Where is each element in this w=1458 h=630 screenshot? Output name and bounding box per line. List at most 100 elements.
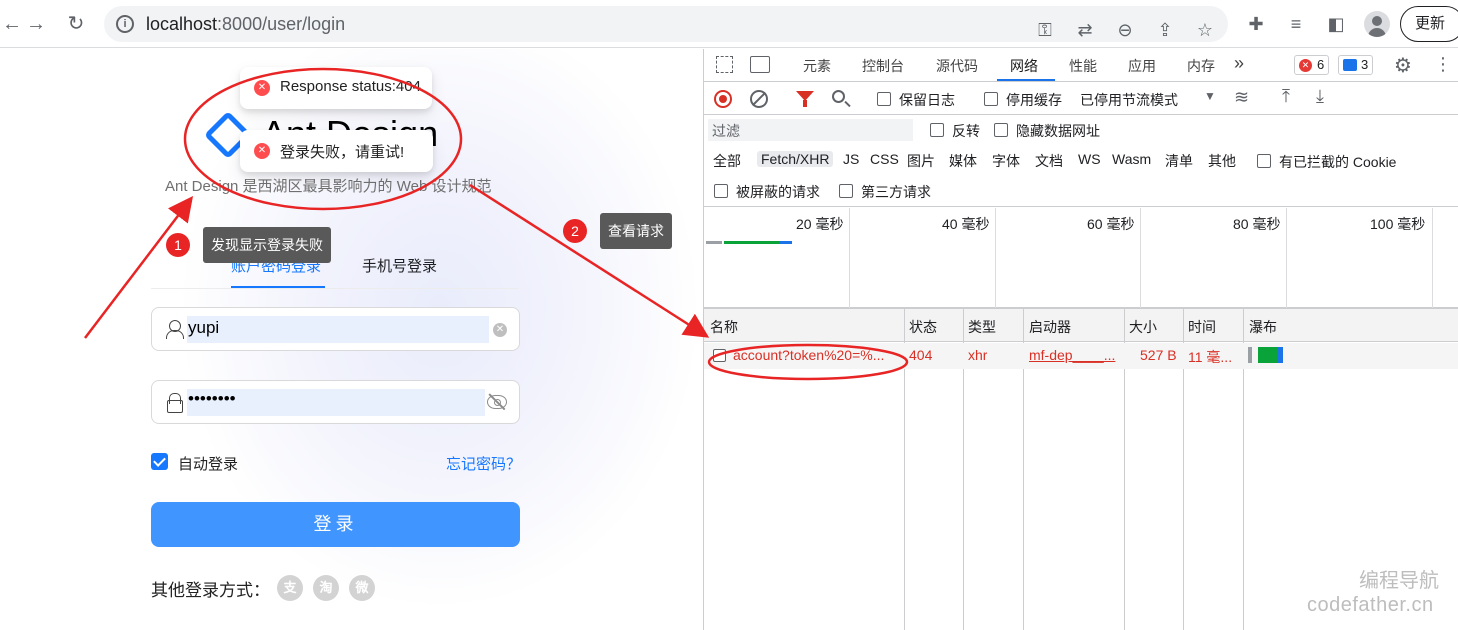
type-other[interactable]: 其他 [1208,151,1236,171]
share-icon[interactable]: ⇪ [1154,19,1176,41]
tab-console[interactable]: 控制台 [862,56,904,76]
other-login-label: 其他登录方式： [151,581,270,600]
type-doc[interactable]: 文档 [1035,151,1063,171]
back-icon[interactable]: ← [0,12,24,36]
clear-log-icon[interactable] [750,90,768,108]
auto-login-checkbox[interactable] [151,453,168,470]
type-ws[interactable]: WS [1078,151,1101,167]
url-text[interactable]: localhost:8000/user/login [146,14,345,35]
type-media[interactable]: 媒体 [949,151,977,171]
zoom-icon[interactable]: ⊖ [1114,19,1136,41]
type-all[interactable]: 全部 [713,151,741,171]
network-overview-timeline[interactable]: 20 毫秒 40 毫秒 60 毫秒 80 毫秒 100 毫秒 [704,208,1458,308]
search-icon[interactable] [832,90,845,103]
tab-performance[interactable]: 性能 [1069,56,1097,76]
throttle-select[interactable]: 已停用节流模式 [1080,90,1178,110]
message-count-badge[interactable]: 3 [1338,55,1374,75]
filter-input[interactable]: 过滤 [708,119,913,141]
table-row[interactable]: account?token%20=%... 404 xhr mf-dep____… [704,343,1458,369]
waterfall-bar-queue [1248,347,1252,363]
error-count-badge[interactable]: ✕ 6 [1294,55,1330,75]
tab-sources[interactable]: 源代码 [936,56,978,76]
info-icon[interactable]: i [116,15,134,33]
username-field[interactable]: yupi ✕ [151,307,520,351]
star-icon[interactable]: ☆ [1194,19,1216,41]
invert-checkbox[interactable] [930,123,944,137]
column-name[interactable]: 名称 [710,317,738,337]
reload-icon[interactable]: ↻ [64,12,88,36]
alipay-icon[interactable]: 支 [277,575,303,601]
network-conditions-icon[interactable]: ≋ [1234,87,1249,108]
type-font[interactable]: 字体 [992,151,1020,171]
timeline-bar-ttfb [724,241,780,244]
tab-phone-login[interactable]: 手机号登录 [362,255,437,276]
request-initiator[interactable]: mf-dep____... [1029,347,1117,363]
blocked-requests-label: 被屏蔽的请求 [736,184,820,200]
eye-invisible-icon[interactable] [487,395,507,409]
profile-icon[interactable] [1364,11,1390,37]
error-icon: ✕ [254,80,270,96]
key-icon[interactable]: ⚿ [1034,19,1056,41]
login-button[interactable]: 登录 [151,502,520,547]
type-fetch-xhr[interactable]: Fetch/XHR [757,151,834,167]
column-status[interactable]: 状态 [909,317,937,337]
type-css[interactable]: CSS [870,151,899,167]
error-icon: ✕ [1299,59,1312,72]
type-img[interactable]: 图片 [907,151,935,171]
extensions-icon[interactable]: ✚ [1245,13,1267,35]
forward-icon[interactable]: → [24,12,48,36]
translate-icon[interactable]: ⇄ [1074,19,1096,41]
message-count: 3 [1361,57,1369,72]
reading-list-icon[interactable]: ≡ [1285,13,1307,35]
column-waterfall[interactable]: 瀑布 [1249,317,1277,337]
preserve-log-checkbox[interactable] [877,92,891,106]
side-panel-icon[interactable]: ◧ [1325,13,1347,35]
tab-application[interactable]: 应用 [1128,56,1156,76]
column-time[interactable]: 时间 [1188,317,1216,337]
auto-login-label[interactable]: 自动登录 [178,453,238,474]
third-party-checkbox[interactable] [839,184,853,198]
address-bar[interactable]: i localhost:8000/user/login ⚿ ⇄ ⊖ ⇪ ☆ [104,6,1228,42]
download-icon[interactable]: ⤓ [1316,86,1324,107]
kebab-menu-icon[interactable]: ⋮ [1434,54,1452,75]
update-button[interactable]: 更新 [1400,6,1458,42]
password-field[interactable]: •••••••• [151,380,520,424]
autofill-highlight [187,316,489,343]
type-wasm[interactable]: Wasm [1112,151,1151,167]
more-tabs-icon[interactable]: » [1234,53,1244,74]
timeline-bar-waiting [706,241,722,244]
annotation-tooltip-2: 查看请求 [600,213,672,249]
request-table: 名称 状态 类型 启动器 大小 时间 瀑布 account?token%20=%… [704,308,1458,630]
tab-network[interactable]: 网络 [1010,56,1038,76]
filter-icon[interactable] [796,91,814,107]
login-subtitle: Ant Design 是西湖区最具影响力的 Web 设计规范 [165,178,492,195]
tab-memory[interactable]: 内存 [1187,56,1215,76]
device-toolbar-icon[interactable] [750,56,770,73]
type-js[interactable]: JS [843,151,859,167]
column-initiator[interactable]: 启动器 [1029,317,1071,337]
upload-icon[interactable]: ⤒ [1282,86,1290,107]
forgot-password-link[interactable]: 忘记密码？ [446,453,521,474]
timeline-label: 20 毫秒 [796,216,844,232]
column-type[interactable]: 类型 [968,317,996,337]
weibo-icon[interactable]: 微 [349,575,375,601]
blocked-requests-checkbox[interactable] [714,184,728,198]
type-manifest[interactable]: 清单 [1165,151,1193,171]
inspect-element-icon[interactable] [716,56,733,73]
chevron-down-icon[interactable]: ▼ [1204,89,1216,103]
taobao-icon[interactable]: 淘 [313,575,339,601]
waterfall-bar-waiting [1258,347,1278,363]
disable-cache-checkbox[interactable] [984,92,998,106]
column-size[interactable]: 大小 [1129,317,1157,337]
hide-data-urls-checkbox[interactable] [994,123,1008,137]
watermark-line-1: 编程导航 [1359,570,1439,592]
tab-elements[interactable]: 元素 [803,56,831,76]
toast-message: 登录失败，请重试! [280,144,405,161]
record-icon[interactable] [714,90,732,108]
clear-icon[interactable]: ✕ [493,323,507,337]
gear-icon[interactable]: ⚙ [1394,53,1412,78]
error-icon: ✕ [254,143,270,159]
request-name[interactable]: account?token%20=%... [733,347,901,363]
blocked-cookies-checkbox[interactable] [1257,154,1271,168]
timeline-label: 80 毫秒 [1233,216,1281,232]
